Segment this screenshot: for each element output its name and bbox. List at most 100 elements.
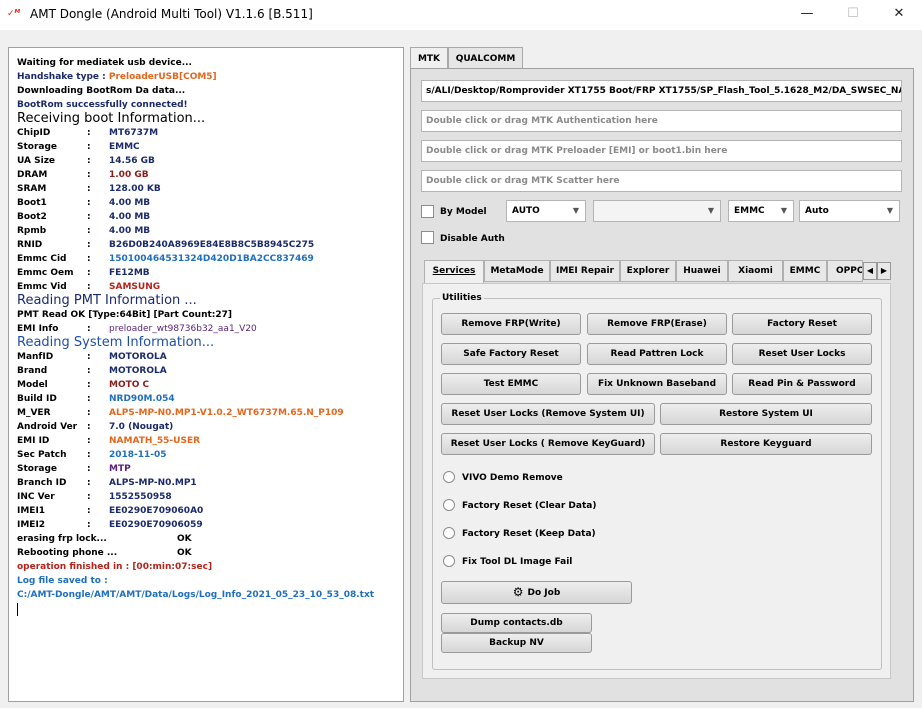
restore-keyguard-button[interactable]: Restore Keyguard	[660, 433, 872, 455]
log-value: 2018-11-05	[109, 450, 167, 460]
log-value: MT6737M	[109, 128, 159, 138]
disable-auth-checkbox[interactable]	[421, 231, 434, 244]
tab-oppo[interactable]: OPPO	[827, 260, 863, 282]
reset-user-locks-remove-keyguard-button[interactable]: Reset User Locks ( Remove KeyGuard)	[441, 433, 655, 455]
log-value: MOTO C	[109, 380, 150, 390]
read-pattern-lock-button[interactable]: Read Pattren Lock	[587, 343, 727, 365]
tab-huawei[interactable]: Huawei	[676, 260, 728, 282]
mode-select-value: Auto	[805, 206, 829, 216]
backup-nv-button[interactable]: Backup NV	[441, 633, 592, 653]
tab-metamode[interactable]: MetaMode	[484, 260, 550, 282]
log-colon: :	[87, 352, 91, 362]
reset-user-locks-remove-system-ui-button[interactable]: Reset User Locks (Remove System UI)	[441, 403, 655, 425]
log-colon: :	[87, 366, 91, 376]
utilities-label: Utilities	[440, 293, 484, 303]
mode-select[interactable]: Auto ▼	[799, 200, 900, 222]
log-value: EMMC	[109, 142, 140, 152]
tab-emmc[interactable]: EMMC	[783, 260, 827, 282]
log-colon: :	[87, 170, 91, 180]
tab-qualcomm[interactable]: QUALCOMM	[448, 47, 523, 69]
log-value: MTP	[109, 464, 131, 474]
factory-reset-clear-data-radio[interactable]	[443, 499, 455, 511]
log-value: NAMATH_55-USER	[109, 436, 201, 446]
log-line: PMT Read OK [Type:64Bit] [Part Count:27]	[17, 308, 403, 322]
log-value: ALPS-MP-N0.MP1	[109, 478, 197, 488]
model-select[interactable]: AUTO ▼	[506, 200, 586, 222]
fix-tool-dl-image-fail-label: Fix Tool DL Image Fail	[462, 557, 573, 567]
log-line: DRAM: 1.00 GB	[17, 168, 403, 182]
log-text: Downloading BootRom Da data...	[17, 86, 186, 96]
log-key: Emmc Cid	[17, 254, 67, 264]
log-colon: :	[87, 282, 91, 292]
tab-scroll-left-icon[interactable]: ◀	[863, 262, 877, 280]
tab-imei-repair[interactable]: IMEI Repair	[550, 260, 620, 282]
log-text: PMT Read OK [Type:64Bit] [Part Count:27]	[17, 310, 233, 320]
preloader-file-field[interactable]: Double click or drag MTK Preloader [EMI]…	[421, 140, 902, 162]
test-emmc-button[interactable]: Test EMMC	[441, 373, 581, 395]
log-line: Boot2: 4.00 MB	[17, 210, 403, 224]
fix-unknown-baseband-button[interactable]: Fix Unknown Baseband	[587, 373, 727, 395]
log-value: ALPS-MP-N0.MP1-V1.0.2_WT6737M.65.N_P109	[109, 408, 344, 418]
log-output[interactable]: Waiting for mediatek usb device... Handsh…	[8, 47, 404, 702]
log-line: operation finished in : [00:min:07:sec]	[17, 560, 403, 574]
log-text: operation finished in : [00:min:07:sec]	[17, 562, 213, 572]
log-value: preloader_wt98736b32_aa1_V20	[109, 324, 257, 334]
dump-contacts-button[interactable]: Dump contacts.db	[441, 613, 592, 633]
log-line: EMI Info: preloader_wt98736b32_aa1_V20	[17, 322, 403, 336]
tab-services[interactable]: Services	[424, 260, 484, 284]
maximize-button[interactable]: ☐	[830, 0, 876, 30]
log-line: Branch ID: ALPS-MP-N0.MP1	[17, 476, 403, 490]
log-value: FE12MB	[109, 268, 150, 278]
log-key: DRAM	[17, 170, 48, 180]
log-key: M_VER	[17, 408, 51, 418]
read-pin-password-button[interactable]: Read Pin & Password	[732, 373, 872, 395]
reset-user-locks-button[interactable]: Reset User Locks	[732, 343, 872, 365]
model-sub-select[interactable]: ▼	[593, 200, 721, 222]
do-job-button[interactable]: ⚙ Do Job	[441, 581, 632, 604]
log-line: INC Ver: 1552550958	[17, 490, 403, 504]
log-key: Android Ver	[17, 422, 78, 432]
scatter-file-field[interactable]: Double click or drag MTK Scatter here	[421, 170, 902, 192]
vivo-demo-remove-radio[interactable]	[443, 471, 455, 483]
log-colon: :	[87, 380, 91, 390]
log-key: Storage	[17, 464, 58, 474]
close-button[interactable]: ✕	[876, 0, 922, 30]
auth-file-field[interactable]: Double click or drag MTK Authentication …	[421, 110, 902, 132]
log-line: RNID: B26D0B240A8969E84E8B8C5B8945C275	[17, 238, 403, 252]
safe-factory-reset-button[interactable]: Safe Factory Reset	[441, 343, 581, 365]
log-value: 1.00 GB	[109, 170, 149, 180]
da-file-field[interactable]: s/ALI/Desktop/Romprovider XT1755 Boot/FR…	[421, 80, 902, 102]
by-model-checkbox[interactable]	[421, 205, 434, 218]
log-line: Emmc Cid: 150100464531324D420D1BA2CC83746…	[17, 252, 403, 266]
log-line: Downloading BootRom Da data...	[17, 84, 403, 98]
tab-scroll-right-icon[interactable]: ▶	[877, 262, 891, 280]
vivo-demo-remove-label: VIVO Demo Remove	[462, 473, 563, 483]
log-colon: :	[87, 226, 91, 236]
minimize-button[interactable]: —	[784, 0, 830, 30]
restore-system-ui-button[interactable]: Restore System UI	[660, 403, 872, 425]
log-key: Brand	[17, 366, 48, 376]
log-key: Branch ID	[17, 478, 67, 488]
log-line: IMEI1: EE0290E709060A0	[17, 504, 403, 518]
factory-reset-keep-data-radio[interactable]	[443, 527, 455, 539]
remove-frp-erase-button[interactable]: Remove FRP(Erase)	[587, 313, 727, 335]
remove-frp-write-button[interactable]: Remove FRP(Write)	[441, 313, 581, 335]
log-key: Emmc Vid	[17, 282, 67, 292]
fix-tool-dl-image-fail-radio[interactable]	[443, 555, 455, 567]
log-heading: Reading System Information...	[17, 336, 403, 350]
tab-mtk[interactable]: MTK	[410, 47, 448, 70]
log-key: Model	[17, 380, 48, 390]
do-job-label: Do Job	[527, 588, 561, 598]
tab-xiaomi[interactable]: Xiaomi	[728, 260, 783, 282]
chevron-down-icon: ▼	[707, 206, 714, 215]
log-value: MOTOROLA	[109, 352, 167, 362]
log-value: EE0290E709060A0	[109, 506, 204, 516]
log-text: Reading PMT Information ...	[17, 293, 197, 308]
tab-explorer[interactable]: Explorer	[620, 260, 676, 282]
text-cursor	[17, 602, 403, 616]
disable-auth-label: Disable Auth	[440, 234, 505, 244]
factory-reset-button[interactable]: Factory Reset	[732, 313, 872, 335]
log-line: C:/AMT-Dongle/AMT/AMT/Data/Logs/Log_Info…	[17, 588, 403, 602]
storage-select-value: EMMC	[734, 206, 765, 216]
storage-select[interactable]: EMMC ▼	[728, 200, 794, 222]
